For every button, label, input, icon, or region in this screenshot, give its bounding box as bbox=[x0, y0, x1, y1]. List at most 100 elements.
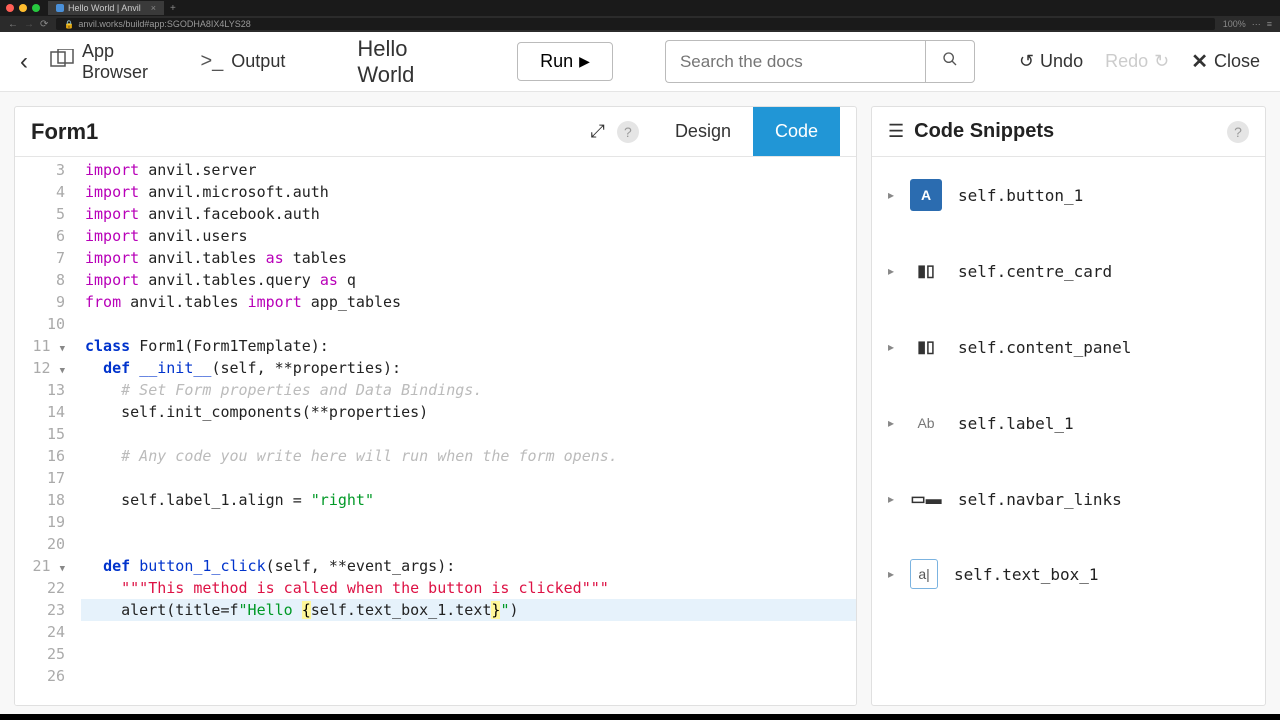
tab-code[interactable]: Code bbox=[753, 107, 840, 156]
close-button[interactable]: ✕ Close bbox=[1191, 49, 1260, 74]
snippet-item[interactable]: ▸ ▮▯ self.content_panel bbox=[872, 309, 1265, 385]
close-label: Close bbox=[1214, 51, 1260, 72]
code-line[interactable] bbox=[81, 533, 856, 555]
lock-icon: 🔒 bbox=[64, 20, 74, 29]
address-bar-row: ← → ⟳ 🔒 anvil.works/build#app:SGODHA8IX4… bbox=[0, 16, 1280, 32]
output-button[interactable]: >_ Output bbox=[200, 50, 285, 73]
snippet-name: self.button_1 bbox=[958, 186, 1083, 205]
run-label: Run bbox=[540, 51, 573, 72]
code-line[interactable]: self.init_components(**properties) bbox=[81, 401, 856, 423]
code-line[interactable]: import anvil.facebook.auth bbox=[81, 203, 856, 225]
chevron-right-icon: ▸ bbox=[888, 264, 894, 278]
snippet-name: self.navbar_links bbox=[958, 490, 1122, 509]
tab-design[interactable]: Design bbox=[653, 107, 753, 156]
code-line[interactable]: import anvil.users bbox=[81, 225, 856, 247]
zoom-level[interactable]: 100% bbox=[1223, 19, 1246, 30]
line-number: 16 bbox=[15, 445, 81, 467]
code-line[interactable]: # Any code you write here will run when … bbox=[81, 445, 856, 467]
code-editor[interactable]: 34567891011 ▼12 ▼131415161718192021 ▼222… bbox=[15, 157, 856, 705]
run-button[interactable]: Run ▶ bbox=[517, 42, 613, 81]
gutter: 34567891011 ▼12 ▼131415161718192021 ▼222… bbox=[15, 157, 81, 705]
line-number: 3 bbox=[15, 159, 81, 181]
expand-icon[interactable]: ⤢ bbox=[591, 121, 605, 142]
browser-chrome: Hello World | Anvil × + ← → ⟳ 🔒 anvil.wo… bbox=[0, 0, 1280, 32]
code-line[interactable]: def __init__(self, **properties): bbox=[81, 357, 856, 379]
code-body[interactable]: import anvil.serverimport anvil.microsof… bbox=[81, 157, 856, 705]
tab-title: Hello World | Anvil bbox=[68, 3, 141, 13]
help-icon[interactable]: ? bbox=[617, 121, 639, 143]
line-number: 8 bbox=[15, 269, 81, 291]
snippet-item[interactable]: ▸ ▮▯ self.centre_card bbox=[872, 233, 1265, 309]
window-maximize-icon[interactable] bbox=[32, 4, 40, 12]
code-line[interactable]: import anvil.tables.query as q bbox=[81, 269, 856, 291]
toolbar: ‹ App Browser >_ Output Hello World Run … bbox=[0, 32, 1280, 92]
redo-button: Redo ↻ bbox=[1105, 51, 1169, 72]
snippet-name: self.label_1 bbox=[958, 414, 1074, 433]
browser-tab[interactable]: Hello World | Anvil × bbox=[48, 1, 164, 15]
snippet-name: self.content_panel bbox=[958, 338, 1131, 357]
code-line[interactable]: def button_1_click(self, **event_args): bbox=[81, 555, 856, 577]
line-number: 12 ▼ bbox=[15, 357, 81, 379]
address-bar[interactable]: 🔒 anvil.works/build#app:SGODHA8IX4LYS28 bbox=[56, 18, 1214, 30]
tab-close-icon[interactable]: × bbox=[151, 3, 156, 13]
window-close-icon[interactable] bbox=[6, 4, 14, 12]
snippet-item[interactable]: ▸▭▬self.navbar_links bbox=[872, 461, 1265, 537]
line-number: 17 bbox=[15, 467, 81, 489]
snippet-name: self.centre_card bbox=[958, 262, 1112, 281]
code-line[interactable] bbox=[81, 643, 856, 665]
snippet-type-icon: a| bbox=[910, 559, 938, 589]
code-line[interactable] bbox=[81, 621, 856, 643]
code-line[interactable]: self.label_1.align = "right" bbox=[81, 489, 856, 511]
new-tab-button[interactable]: + bbox=[170, 3, 176, 14]
chevron-right-icon: ▸ bbox=[888, 340, 894, 354]
browser-hamburger-icon[interactable]: ≡ bbox=[1267, 19, 1272, 30]
snippet-type-icon: Ab bbox=[910, 407, 942, 439]
app-browser-button[interactable]: App Browser bbox=[50, 41, 178, 83]
snippets-help-icon[interactable]: ? bbox=[1227, 121, 1249, 143]
play-icon: ▶ bbox=[579, 53, 590, 70]
code-line[interactable]: from anvil.tables import app_tables bbox=[81, 291, 856, 313]
snippet-name: self.text_box_1 bbox=[954, 565, 1099, 584]
app-area: ‹ App Browser >_ Output Hello World Run … bbox=[0, 32, 1280, 720]
browser-forward-icon[interactable]: → bbox=[24, 19, 34, 30]
code-line[interactable] bbox=[81, 511, 856, 533]
code-line[interactable]: """This method is called when the button… bbox=[81, 577, 856, 599]
code-line[interactable]: import anvil.server bbox=[81, 159, 856, 181]
snippet-type-icon: ▮▯ bbox=[910, 255, 942, 287]
code-line[interactable] bbox=[81, 467, 856, 489]
code-line[interactable]: # Set Form properties and Data Bindings. bbox=[81, 379, 856, 401]
search-button[interactable] bbox=[925, 40, 975, 83]
browser-reload-icon[interactable]: ⟳ bbox=[40, 19, 48, 30]
code-line[interactable] bbox=[81, 423, 856, 445]
code-line[interactable]: class Form1(Form1Template): bbox=[81, 335, 856, 357]
code-line[interactable]: import anvil.tables as tables bbox=[81, 247, 856, 269]
snippet-item[interactable]: ▸Abself.label_1 bbox=[872, 385, 1265, 461]
undo-button[interactable]: ↺ Undo bbox=[1019, 51, 1083, 72]
code-line[interactable]: import anvil.microsoft.auth bbox=[81, 181, 856, 203]
snippet-item[interactable]: ▸a|self.text_box_1 bbox=[872, 537, 1265, 611]
snippet-type-icon: ▮▯ bbox=[910, 331, 942, 363]
snippets-header: ☰ Code Snippets ? bbox=[872, 107, 1265, 157]
snippet-item[interactable]: ▸Aself.button_1 bbox=[872, 157, 1265, 233]
code-line[interactable] bbox=[81, 665, 856, 687]
browser-back-icon[interactable]: ← bbox=[8, 19, 18, 30]
bottom-edge bbox=[0, 714, 1280, 720]
line-number: 21 ▼ bbox=[15, 555, 81, 577]
code-line[interactable]: alert(title=f"Hello {self.text_box_1.tex… bbox=[81, 599, 856, 621]
search-input[interactable] bbox=[665, 40, 925, 83]
line-number: 7 bbox=[15, 247, 81, 269]
output-icon: >_ bbox=[200, 50, 223, 73]
window-minimize-icon[interactable] bbox=[19, 4, 27, 12]
browser-menu-icon[interactable]: ⋯ bbox=[1252, 19, 1261, 30]
app-title[interactable]: Hello World bbox=[357, 36, 465, 88]
code-line[interactable] bbox=[81, 313, 856, 335]
back-button[interactable]: ‹ bbox=[20, 48, 28, 76]
snippets-title: Code Snippets bbox=[914, 120, 1217, 143]
line-number: 23 bbox=[15, 599, 81, 621]
app-browser-label: App Browser bbox=[82, 41, 178, 83]
search-wrap bbox=[665, 40, 975, 83]
chevron-right-icon: ▸ bbox=[888, 188, 894, 202]
line-number: 18 bbox=[15, 489, 81, 511]
line-number: 11 ▼ bbox=[15, 335, 81, 357]
traffic-lights[interactable] bbox=[6, 4, 40, 12]
